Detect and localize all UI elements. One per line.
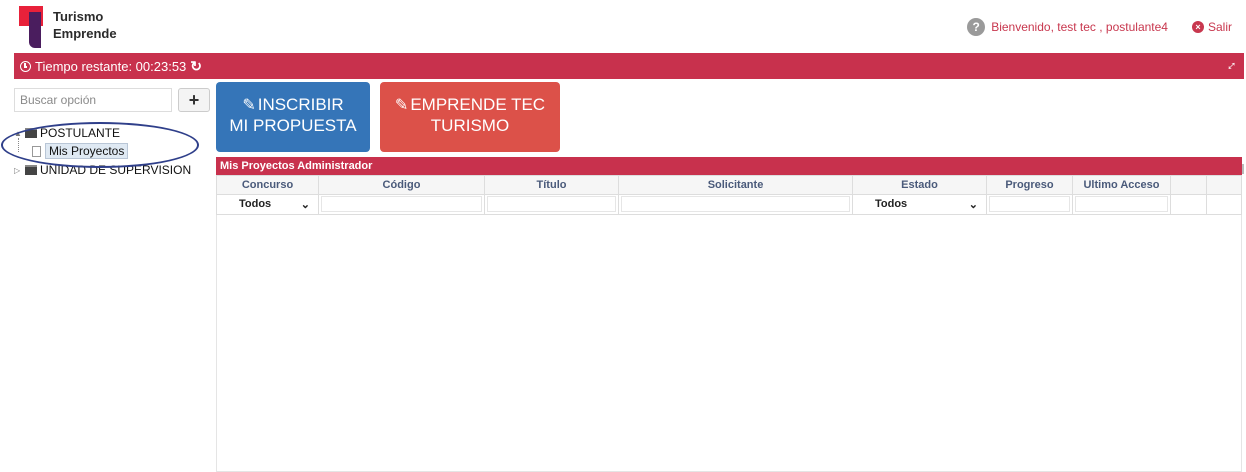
column-header-extra-1 <box>1171 176 1207 194</box>
filter-concurso[interactable]: Todos ⌄ <box>217 195 319 214</box>
expand-icon[interactable]: ↕ <box>1224 57 1240 73</box>
filter-extra-2 <box>1207 195 1241 214</box>
column-header-codigo[interactable]: Código <box>319 176 485 194</box>
scrollbar[interactable] <box>1242 164 1244 174</box>
chevron-down-icon: ⌄ <box>300 198 310 211</box>
brand-line-2: Emprende <box>53 26 117 41</box>
logo-mark-icon <box>19 6 45 48</box>
concurso-select-value: Todos <box>239 198 272 210</box>
user-area: ? Bienvenido, test tec , postulante4 × S… <box>967 17 1232 37</box>
search-option-input[interactable] <box>14 88 172 112</box>
session-timer-bar: Tiempo restante: 00:23:53 ↻ ↕ <box>14 53 1244 79</box>
grid-title: Mis Proyectos Administrador <box>216 157 1242 175</box>
button-label-line-1: EMPRENDE TEC <box>410 95 546 114</box>
pencil-icon: ✎ <box>394 97 409 114</box>
filter-extra-1 <box>1171 195 1207 214</box>
filter-solicitante[interactable] <box>619 195 853 214</box>
tree-node-label: UNIDAD DE SUPERVISION <box>40 163 192 177</box>
grid-header-row: Concurso Código Título Solicitante Estad… <box>216 175 1242 195</box>
estado-select[interactable]: Todos ⌄ <box>855 196 984 212</box>
add-option-button[interactable]: + <box>178 88 210 112</box>
document-icon <box>32 145 41 157</box>
brand-name: Turismo Emprende <box>53 8 117 42</box>
app-header: Turismo Emprende ? Bienvenido, test tec … <box>0 0 1246 50</box>
column-header-progreso[interactable]: Progreso <box>987 176 1073 194</box>
user-avatar-icon[interactable]: ? <box>967 18 986 36</box>
pencil-icon: ✎ <box>242 97 256 114</box>
concurso-select[interactable]: Todos ⌄ <box>219 196 316 212</box>
welcome-text[interactable]: Bienvenido, test tec , postulante4 <box>991 20 1168 34</box>
collapse-toggle-icon[interactable]: ▲ <box>14 129 22 138</box>
inscribir-propuesta-button[interactable]: ✎ INSCRIBIR MI PROPUESTA <box>216 82 370 152</box>
filter-codigo[interactable] <box>319 195 485 214</box>
codigo-filter-input[interactable] <box>321 196 482 212</box>
folder-icon <box>25 165 37 175</box>
button-label-line-2: TURISMO <box>430 116 510 135</box>
solicitante-filter-input[interactable] <box>621 196 850 212</box>
filter-titulo[interactable] <box>485 195 619 214</box>
button-label-line-1: INSCRIBIR <box>257 95 344 114</box>
tree-node-postulante[interactable]: ▲ POSTULANTE <box>14 126 120 140</box>
column-header-estado[interactable]: Estado <box>853 176 987 194</box>
tree-node-unidad-supervision[interactable]: ▷ UNIDAD DE SUPERVISION <box>14 163 191 177</box>
estado-select-value: Todos <box>875 198 908 210</box>
main-content: ✎ INSCRIBIR MI PROPUESTA ✎ EMPRENDE TEC TU… <box>216 82 1244 472</box>
titulo-filter-input[interactable] <box>487 196 616 212</box>
brand-logo[interactable]: Turismo Emprende <box>19 6 139 48</box>
logout-button[interactable]: × Salir <box>1191 20 1232 34</box>
progreso-filter-input[interactable] <box>989 196 1070 212</box>
filter-progreso[interactable] <box>987 195 1073 214</box>
brand-line-1: Turismo <box>53 9 104 24</box>
tree-node-label: POSTULANTE <box>40 126 121 140</box>
folder-icon <box>25 128 37 138</box>
column-header-ultimo-acceso[interactable]: Ultimo Acceso <box>1073 176 1171 194</box>
filter-ultimo-acceso[interactable] <box>1073 195 1171 214</box>
expand-toggle-icon[interactable]: ▷ <box>14 166 22 175</box>
grid-body <box>216 215 1242 472</box>
session-timer: Tiempo restante: 00:23:53 ↻ <box>20 58 202 75</box>
refresh-icon[interactable]: ↻ <box>190 58 202 75</box>
ultimo-acceso-filter-input[interactable] <box>1075 196 1168 212</box>
tree-item-mis-proyectos[interactable]: Mis Proyectos <box>32 143 129 159</box>
column-header-concurso[interactable]: Concurso <box>217 176 319 194</box>
chevron-down-icon: ⌄ <box>968 198 978 211</box>
logout-label: Salir <box>1207 20 1232 34</box>
emprende-tec-turismo-button[interactable]: ✎ EMPRENDE TEC TURISMO <box>380 82 560 152</box>
filter-estado[interactable]: Todos ⌄ <box>853 195 987 214</box>
column-header-solicitante[interactable]: Solicitante <box>619 176 853 194</box>
sidebar: + ▲ POSTULANTE Mis Proyectos ▷ UNIDAD DE… <box>14 82 212 472</box>
close-circle-icon: × <box>1191 21 1204 33</box>
grid-filter-row: Todos ⌄ Todos ⌄ <box>216 195 1242 215</box>
button-label-line-2: MI PROPUESTA <box>229 116 357 135</box>
column-header-extra-2 <box>1207 176 1241 194</box>
tree-item-label: Mis Proyectos <box>45 143 129 159</box>
timer-label: Tiempo restante: 00:23:53 <box>35 59 187 74</box>
clock-icon <box>20 61 31 72</box>
column-header-titulo[interactable]: Título <box>485 176 619 194</box>
